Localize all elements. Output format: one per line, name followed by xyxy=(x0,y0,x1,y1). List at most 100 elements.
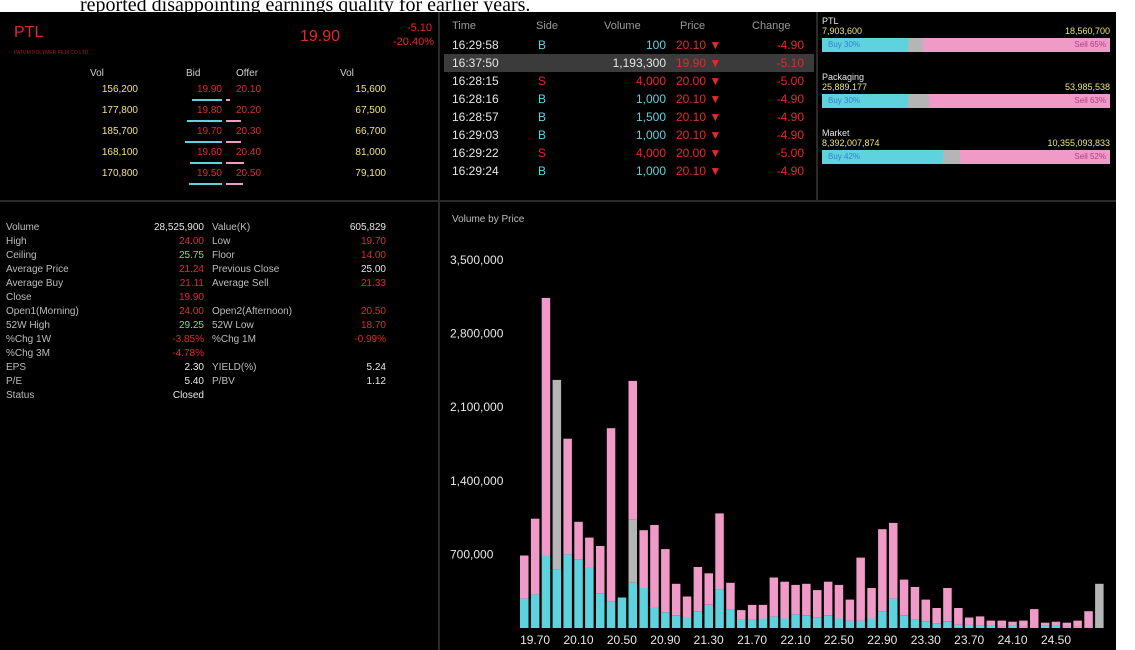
buy-volume-bar xyxy=(823,615,833,628)
buy-volume-bar xyxy=(1062,626,1072,628)
stat-value: 28,525,900 xyxy=(153,222,204,233)
stat-value: -3.85% xyxy=(172,334,204,345)
sell-volume-bar xyxy=(1008,621,1017,626)
chart-svg: 3,500,000 2,800,000 2,100,000 1,400,000 700,… xyxy=(450,253,1104,647)
sell-volume-bar xyxy=(737,610,746,620)
trade-row[interactable]: 16:29:22 S 4,000 20.00 ▼ -5.00 xyxy=(444,144,814,162)
bid-volume: 185,700 xyxy=(101,126,138,137)
trade-row[interactable]: 16:29:24 B 1,000 20.10 ▼ -4.90 xyxy=(444,162,814,180)
buy-volume-bar xyxy=(975,625,985,628)
time-header: Time xyxy=(452,20,477,32)
buy-volume-bar xyxy=(530,594,540,628)
sell-volume-bar xyxy=(921,599,930,622)
order-book-row[interactable]: 156,200 19.90 20.10 15,600 xyxy=(0,84,438,104)
buy-volume-bar xyxy=(737,619,746,628)
volume-by-price-chart: Volume by Price 3,500,000 2,800,000 2,100,… xyxy=(440,202,1116,650)
stat-value: 14.00 xyxy=(360,250,386,261)
buy-volume-bar xyxy=(574,559,583,628)
stat-row: %Chg 3M -4.78% xyxy=(0,348,438,361)
sell-volume-bar xyxy=(899,579,909,616)
trade-row[interactable]: 16:37:50 1,193,300 19.90 ▼ -5.10 xyxy=(444,54,814,72)
stat-value: 1.12 xyxy=(366,376,386,387)
buy-portion: Buy 42% xyxy=(822,150,943,164)
sell-volume-bar xyxy=(975,616,985,626)
x-tick-label: 24.50 xyxy=(1041,633,1071,647)
bid-volume: 156,200 xyxy=(101,84,138,95)
buy-sell-bar: Buy 42% Sell 52% xyxy=(822,150,1110,164)
stat-value: -4.78% xyxy=(172,348,204,359)
buy-volume-bar xyxy=(520,598,529,628)
sell-volume-bar xyxy=(530,518,540,595)
bid-price: 19.50 xyxy=(196,168,222,179)
trade-price: 20.10 ▼ xyxy=(676,92,722,106)
y-tick-label: 1,400,000 xyxy=(450,474,504,488)
sell-volume-bar xyxy=(661,549,670,613)
sell-volume-bar xyxy=(671,583,681,616)
buy-volume-bar xyxy=(867,618,876,628)
x-tick-label: 22.50 xyxy=(824,633,854,647)
bid-price: 19.70 xyxy=(196,126,222,137)
offer-price: 20.10 xyxy=(236,84,262,95)
bid-volume: 168,100 xyxy=(101,147,138,158)
offer-price: 20.30 xyxy=(236,126,262,137)
trade-side: B xyxy=(538,110,547,124)
sell-volume-bar xyxy=(834,584,844,619)
buy-volume-bar xyxy=(704,604,713,628)
trade-row[interactable]: 16:29:58 B 100 20.10 ▼ -4.90 xyxy=(444,36,814,54)
trade-volume: 1,000 xyxy=(635,164,666,178)
stat-label: Average Price xyxy=(6,264,69,275)
stat-label: Open2(Afternoon) xyxy=(212,306,293,317)
stat-row: P/E 5.40 P/BV 1.12 xyxy=(0,376,438,389)
buy-sell-bar: Buy 30% Sell 65% xyxy=(822,38,1110,52)
trade-volume: 1,193,300 xyxy=(612,56,666,70)
sell-volume-bar xyxy=(1073,620,1082,627)
sell-volume-bar xyxy=(747,604,757,620)
order-book-row[interactable]: 168,100 19.60 20.40 81,000 xyxy=(0,147,438,167)
trade-volume: 1,000 xyxy=(635,128,666,142)
ratio-name: PTL xyxy=(822,16,839,26)
trade-side: B xyxy=(538,128,547,142)
sell-volume-bar xyxy=(693,567,703,612)
buy-volume-bar xyxy=(964,624,974,628)
sell-volume-bar xyxy=(932,608,941,624)
volume-header: Volume xyxy=(604,20,641,32)
bid-depth-bar xyxy=(184,141,222,143)
buy-volume-bar xyxy=(1030,626,1039,628)
x-tick-label: 24.10 xyxy=(998,633,1028,647)
buy-volume-bar xyxy=(899,615,909,628)
sell-portion: Sell 65% xyxy=(922,38,1110,52)
buy-volume-bar xyxy=(682,617,692,628)
trade-row[interactable]: 16:29:03 B 1,000 20.10 ▼ -4.90 xyxy=(444,126,814,144)
order-book-row[interactable]: 170,800 19.50 20.50 79,100 xyxy=(0,168,438,188)
offer-depth-bar xyxy=(226,141,241,143)
offer-price: 20.20 xyxy=(236,105,262,116)
order-book-row[interactable]: 177,800 19.80 20.20 67,500 xyxy=(0,105,438,125)
buy-volume-bar xyxy=(780,618,789,628)
x-tick-label: 20.90 xyxy=(650,633,680,647)
trade-time: 16:28:15 xyxy=(452,74,499,88)
sell-volume-bar xyxy=(780,581,789,619)
bid-depth-bar xyxy=(187,120,222,122)
trade-row[interactable]: 16:28:15 S 4,000 20.00 ▼ -5.00 xyxy=(444,72,814,90)
trade-time: 16:29:24 xyxy=(452,164,499,178)
stat-label: Average Sell xyxy=(212,278,269,289)
trade-price: 20.00 ▼ xyxy=(676,74,722,88)
trade-time: 16:29:03 xyxy=(452,128,499,142)
buy-volume-bar xyxy=(552,569,562,628)
buy-volume: 8,392,007,874 xyxy=(822,138,880,148)
stat-label: Open1(Morning) xyxy=(6,306,79,317)
open-volume-bar xyxy=(628,519,637,583)
trade-row[interactable]: 16:28:16 B 1,000 20.10 ▼ -4.90 xyxy=(444,90,814,108)
trade-row[interactable]: 16:28:57 B 1,500 20.10 ▼ -4.90 xyxy=(444,108,814,126)
y-tick-label: 700,000 xyxy=(450,547,494,561)
sell-volume-bar xyxy=(541,297,551,556)
stat-label: %Chg 1M xyxy=(212,334,256,345)
order-book-row[interactable]: 185,700 19.70 20.30 66,700 xyxy=(0,126,438,146)
sell-volume-bar xyxy=(574,521,583,560)
sell-volume-bar xyxy=(964,617,974,625)
buy-volume-bar xyxy=(596,593,605,628)
trade-change: -4.90 xyxy=(776,128,804,142)
trade-price: 19.90 ▼ xyxy=(676,56,722,70)
ticker-symbol[interactable]: PTL xyxy=(14,24,43,42)
sell-volume-bar xyxy=(520,555,529,599)
